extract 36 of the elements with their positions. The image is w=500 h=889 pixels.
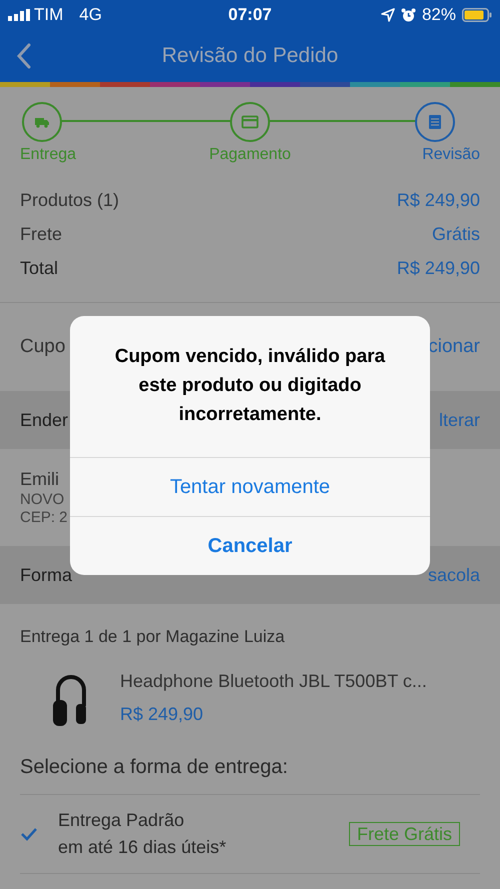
summary-label: Produtos (1) xyxy=(20,189,120,212)
carrier-name: TIM xyxy=(34,4,64,26)
shipment-title: Entrega 1 de 1 por Magazine Luiza xyxy=(20,626,286,648)
product-name: Headphone Bluetooth JBL T500BT c... xyxy=(120,670,427,693)
summary-value: R$ 249,90 xyxy=(396,189,480,212)
alert-message: Cupom vencido, inválido para este produto ou digitado incorretamente. xyxy=(114,345,386,427)
address-line: NOVO xyxy=(20,491,64,509)
step-label: Entrega xyxy=(20,145,76,165)
option-eta: em até 16 dias úteis* xyxy=(58,836,226,858)
signal-icon xyxy=(8,9,30,21)
battery-percentage: 82% xyxy=(422,4,456,26)
address-line: CEP: 2 xyxy=(20,509,68,527)
network-type: 4G xyxy=(79,4,102,26)
summary-value: R$ 249,90 xyxy=(396,257,480,280)
clock-time: 07:07 xyxy=(228,4,272,26)
screen-title: Revisão do Pedido xyxy=(162,43,338,70)
product-price: R$ 249,90 xyxy=(120,702,204,726)
summary-label: Total xyxy=(20,257,58,280)
delivery-option[interactable]: Entrega Padrão em até 16 dias úteis* Frete Grátis xyxy=(20,794,480,874)
option-name: Entrega Padrão xyxy=(58,808,186,832)
section-title: Ender xyxy=(20,408,68,432)
summary-label: Frete xyxy=(20,223,62,246)
delivery-prompt: Selecione a forma de entrega: xyxy=(20,752,480,794)
location-arrow-icon xyxy=(380,8,395,22)
step-label: Revisão xyxy=(422,145,480,165)
step-label: Pagamento xyxy=(209,145,291,165)
alert-button[interactable]: Cancelar xyxy=(70,516,430,575)
free-shipping-badge: Frete Grátis xyxy=(348,822,460,846)
alert-button[interactable]: Tentar novamente xyxy=(70,457,430,516)
address-line: Emili xyxy=(20,468,59,491)
coupon-label: Cupo xyxy=(20,334,66,359)
summary-value: Grátis xyxy=(432,223,480,246)
battery-icon xyxy=(462,8,492,22)
section-title: Forma xyxy=(20,564,72,586)
add-coupon-link[interactable]: cionar xyxy=(428,332,480,362)
alarm-clock-icon xyxy=(400,8,416,22)
